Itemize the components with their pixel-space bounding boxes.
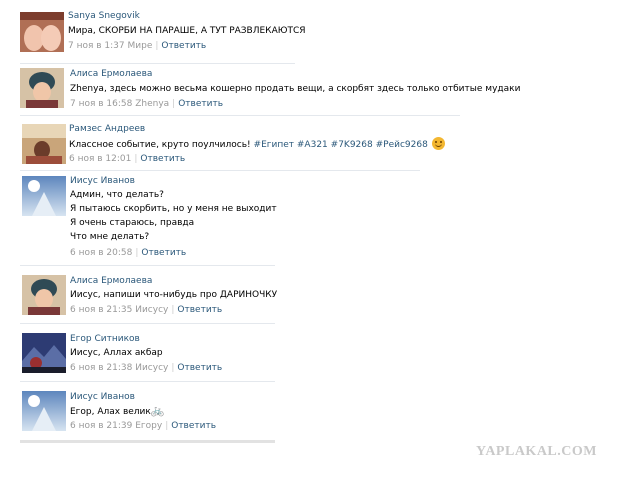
comment-meta: 6 ноя в 12:01 | Ответить (69, 154, 185, 164)
comment-author[interactable]: Егор Ситников (70, 334, 140, 344)
comment-divider (20, 265, 275, 266)
avatar[interactable] (22, 275, 66, 315)
comment-line: Админ, что делать? (70, 190, 164, 200)
comment-meta: 7 ноя в 16:58 Zhenya | Ответить (70, 99, 223, 109)
reply-button[interactable]: Ответить (141, 248, 186, 258)
comments-bottom-bar (20, 440, 275, 443)
comment-meta: 6 ноя в 21:38 Иисусу | Ответить (70, 363, 222, 373)
comment-date[interactable]: 7 ноя в 1:37 Мире (68, 41, 152, 51)
reply-button[interactable]: Ответить (177, 305, 222, 315)
comment-author[interactable]: Рамзес Андреев (69, 124, 145, 134)
meta-separator: | (165, 421, 169, 431)
hashtag[interactable]: #7K9268 (331, 140, 373, 150)
comment-date[interactable]: 6 ноя в 21:38 Иисусу (70, 363, 168, 373)
comment-meta: 7 ноя в 1:37 Мире | Ответить (68, 41, 206, 51)
comment-author[interactable]: Алиса Ермолаева (70, 69, 152, 79)
comment-author[interactable]: Иисус Иванов (70, 392, 135, 402)
comment-divider (20, 63, 295, 64)
comment-date[interactable]: 6 ноя в 20:58 (70, 248, 132, 258)
comment-divider (20, 115, 460, 116)
avatar[interactable] (20, 12, 64, 52)
comment-author[interactable]: Алиса Ермолаева (70, 276, 152, 286)
comment-line: Я очень стараюсь, правда (70, 218, 195, 228)
reply-button[interactable]: Ответить (178, 99, 223, 109)
smile-icon (431, 137, 445, 150)
reply-button[interactable]: Ответить (161, 41, 206, 51)
comment-text: Егор, Алах велик🚲 (70, 404, 165, 420)
comment-meta: 6 ноя в 21:35 Иисусу | Ответить (70, 305, 222, 315)
comment-author[interactable]: Sanya Snegovik (68, 11, 140, 21)
comment-author[interactable]: Иисус Иванов (70, 176, 135, 186)
avatar[interactable] (22, 391, 66, 431)
hashtag[interactable]: #A321 (297, 140, 328, 150)
comment-line: Я пытаюсь скорбить, но у меня не выходит (70, 204, 277, 214)
reply-button[interactable]: Ответить (140, 154, 185, 164)
comment-date[interactable]: 6 ноя в 21:35 Иисусу (70, 305, 168, 315)
comment-date[interactable]: 7 ноя в 16:58 Zhenya (70, 99, 169, 109)
comment-divider (20, 323, 275, 324)
reply-button[interactable]: Ответить (177, 363, 222, 373)
comment-text: Zhenya, здесь можно весьма кошерно прода… (70, 84, 521, 94)
reply-button[interactable]: Ответить (171, 421, 216, 431)
comment-text: Иисус, Аллах акбар (70, 348, 163, 358)
comment-text: Иисус, напиши что-нибудь про ДАРИНОЧКУ (70, 290, 278, 300)
avatar[interactable] (22, 333, 66, 373)
comment-line: Что мне делать? (70, 232, 150, 242)
meta-separator: | (134, 154, 138, 164)
comment-meta: 6 ноя в 21:39 Егору | Ответить (70, 421, 216, 431)
avatar[interactable] (22, 176, 66, 216)
meta-separator: | (172, 99, 176, 109)
meta-separator: | (155, 41, 159, 51)
comment-divider (20, 170, 420, 171)
comment-date[interactable]: 6 ноя в 12:01 (69, 154, 131, 164)
comment-text: Классное событие, круто поулчилось! #Еги… (69, 137, 445, 153)
comment-meta: 6 ноя в 20:58 | Ответить (70, 248, 186, 258)
comment-text: Мира, СКОРБИ НА ПАРАШЕ, А ТУТ РАЗВЛЕКАЮТ… (68, 26, 306, 36)
watermark: YAPLAKAL.COM (476, 444, 597, 459)
hashtag[interactable]: #Рейс9268 (376, 140, 428, 150)
avatar[interactable] (20, 68, 64, 108)
meta-separator: | (171, 363, 175, 373)
hashtag[interactable]: #Египет (254, 140, 294, 150)
comment-text-plain: Егор, Алах велик (70, 407, 151, 417)
comment-text-plain: Классное событие, круто поулчилось! (69, 140, 251, 150)
comment-date[interactable]: 6 ноя в 21:39 Егору (70, 421, 162, 431)
meta-separator: | (135, 248, 139, 258)
comment-divider (20, 381, 275, 382)
bicycle-icon: 🚲 (150, 404, 165, 417)
meta-separator: | (171, 305, 175, 315)
avatar[interactable] (22, 124, 66, 164)
